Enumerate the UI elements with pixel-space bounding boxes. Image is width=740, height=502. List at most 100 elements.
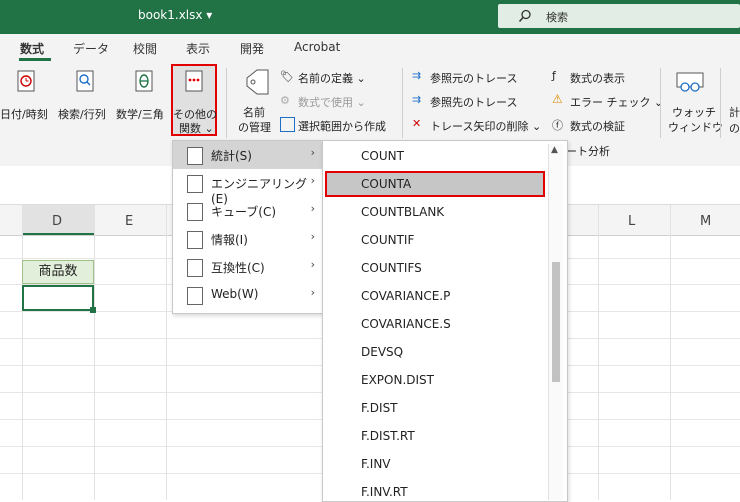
engineering-icon [187,175,203,193]
function-item-f-dist[interactable]: F.DIST [361,401,398,415]
function-item-countifs[interactable]: COUNTIFS [361,261,422,275]
function-item-counta[interactable]: COUNTA [361,177,411,191]
date-time-button[interactable]: 日付/時刻 [0,64,56,136]
function-item-countblank[interactable]: COUNTBLANK [361,205,444,219]
function-item-covariance-s[interactable]: COVARIANCE.S [361,317,451,331]
tab-acrobat[interactable]: Acrobat [294,40,340,54]
grid-line [670,205,671,500]
menu-item-compatibility[interactable]: 互換性(C) › [173,253,323,281]
lookup-reference-label: 検索/行列 [58,108,106,121]
menu-item-cube[interactable]: キューブ(C) › [173,197,323,225]
grid-line [166,205,167,500]
chevron-right-icon: › [310,146,315,159]
math-trig-button[interactable]: 数学/三角 [114,64,170,136]
menu-item-label: 統計(S) [211,149,252,163]
formula-icon: ⚙ [280,94,290,107]
evaluate-formula-label: 数式の検証 [570,120,625,133]
menu-item-information[interactable]: 情報(I) › [173,225,323,253]
date-time-label: 日付/時刻 [0,108,48,121]
menu-item-web[interactable]: Web(W) › [173,281,323,309]
column-header-m[interactable]: M [700,214,711,229]
function-item-expon-dist[interactable]: EXPON.DIST [361,373,434,387]
more-functions-label2: 関数 ⌄ [179,122,214,135]
tab-formulas[interactable]: 数式 [20,40,44,57]
active-tab-indicator [19,58,51,61]
tab-review[interactable]: 校閲 [133,40,157,57]
name-manager-label1: 名前 [243,106,265,119]
function-item-covariance-p[interactable]: COVARIANCE.P [361,289,450,303]
menu-item-label: キューブ(C) [211,205,277,219]
column-header-d[interactable]: D [52,214,62,229]
fill-handle[interactable] [90,307,96,313]
math-trig-label: 数学/三角 [116,108,164,121]
function-item-f-inv[interactable]: F.INV [361,457,391,471]
use-in-formula-button[interactable]: ⚙ 数式で使用 ⌄ [280,92,400,112]
show-formulas-icon: ƒ [552,69,556,82]
lookup-reference-button[interactable]: 検索/行列 [57,64,113,136]
remove-arrows-icon: ✕ [412,117,422,130]
watch-window-button[interactable]: ウォッチ ウィンドウ [664,64,723,136]
scroll-thumb[interactable] [552,262,560,382]
search-box[interactable]: 検索 [498,4,740,28]
function-item-count[interactable]: COUNT [361,149,404,163]
define-name-button[interactable]: 🏷 名前の定義 ⌄ [280,68,400,88]
glasses-icon [676,72,704,92]
cell-d-header[interactable]: 商品数 [22,260,94,284]
define-name-label: 名前の定義 ⌄ [298,72,366,85]
trace-precedents-button[interactable]: ⇉ 参照元のトレース [412,68,544,88]
error-checking-button[interactable]: ⚠ エラー チェック ⌄ [552,92,663,112]
globe-icon [187,287,203,305]
more-functions-icon [185,70,203,92]
menu-item-label: 情報(I) [211,233,248,247]
active-cell[interactable] [22,285,94,311]
lookup-book-icon [76,70,94,92]
function-item-countif[interactable]: COUNTIF [361,233,414,247]
evaluate-icon: ⓕ [552,119,563,132]
trace-dependents-label: 参照先のトレース [430,96,518,109]
name-manager-button[interactable]: 名前 の管理 [232,64,278,136]
function-list-scrollbar[interactable]: ▲ [548,144,563,500]
document-title[interactable]: book1.xlsx ▾ [138,8,212,22]
ribbon-separator [660,68,661,138]
calculation-label-partial2: の [729,122,740,135]
tag-icon: 🏷 [280,70,294,83]
ribbon-separator [226,68,227,138]
more-functions-button[interactable]: その他の 関数 ⌄ [171,64,217,136]
menu-item-label: 互換性(C) [211,261,265,275]
statistics-function-list: COUNT COUNTA COUNTBLANK COUNTIF COUNTIFS… [322,140,568,502]
calculation-label-partial: 計 [729,106,740,119]
evaluate-formula-button[interactable]: ⓕ 数式の検証 [552,116,662,136]
column-header-e[interactable]: E [125,214,133,229]
warning-icon [187,259,203,277]
tab-view[interactable]: 表示 [186,40,210,57]
function-item-devsq[interactable]: DEVSQ [361,345,403,359]
tab-data[interactable]: データ [73,40,109,57]
name-tag-icon [246,69,269,95]
column-header-l[interactable]: L [628,214,635,229]
scroll-up-icon[interactable]: ▲ [551,145,558,155]
watch-window-label1: ウォッチ [672,106,716,119]
show-formulas-label: 数式の表示 [570,72,625,85]
function-item-f-dist-rt[interactable]: F.DIST.RT [361,429,415,443]
search-icon [518,9,531,22]
create-from-selection-button[interactable]: 選択範囲から作成 [280,116,400,136]
create-from-selection-label: 選択範囲から作成 [298,120,386,133]
grid-line [598,205,599,500]
remove-arrows-label: トレース矢印の削除 ⌄ [430,120,542,133]
trace-dependents-button[interactable]: ⇉ 参照先のトレース [412,92,544,112]
calendar-clock-icon [17,70,35,92]
show-formulas-button[interactable]: ƒ 数式の表示 [552,68,662,88]
menu-item-statistics[interactable]: 統計(S) › [173,141,323,169]
menu-item-engineering[interactable]: エンジニアリング(E) › [173,169,323,206]
function-item-f-inv-rt[interactable]: F.INV.RT [361,485,408,499]
ribbon-tabs [0,34,740,62]
cube-icon [187,203,203,221]
statistics-icon [187,147,203,165]
group-label-formula-auditing: ート分析 [566,145,610,158]
chevron-right-icon: › [310,174,315,187]
tab-developer[interactable]: 開発 [240,40,264,57]
function-category-menu: 統計(S) › エンジニアリング(E) › キューブ(C) › 情報(I) › … [172,140,324,314]
name-manager-label2: の管理 [238,121,271,134]
grid-line [22,205,23,500]
remove-arrows-button[interactable]: ✕ トレース矢印の削除 ⌄ [412,116,548,136]
